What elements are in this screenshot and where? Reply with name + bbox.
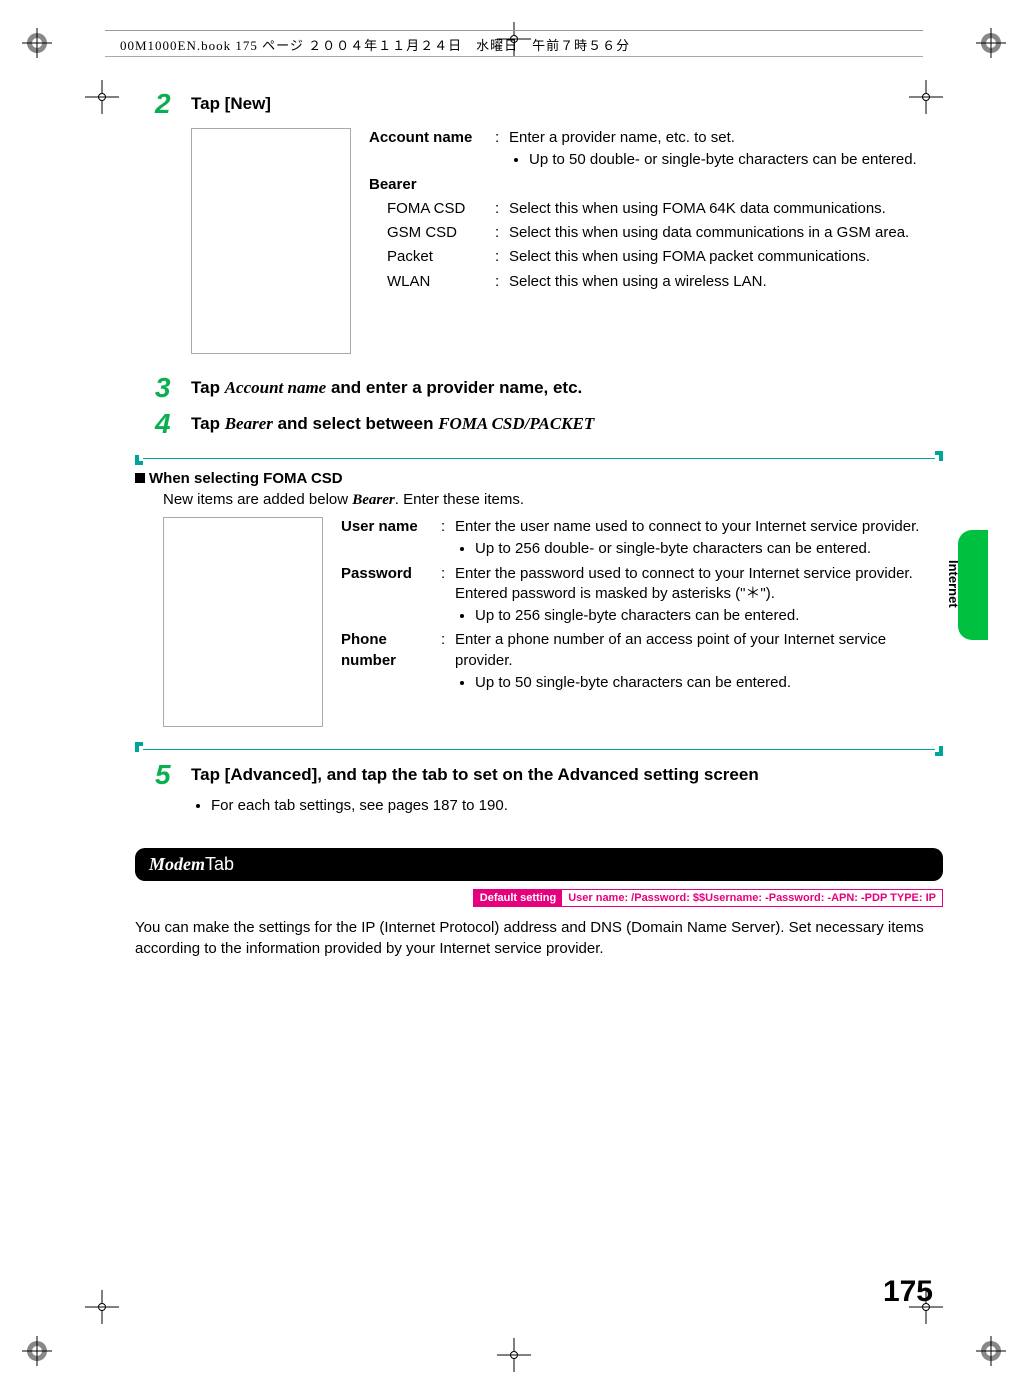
definition-table: User name : Enter the user name used to … bbox=[341, 517, 943, 697]
side-tab-label: Internet bbox=[946, 560, 961, 608]
registration-mark-icon bbox=[976, 28, 1006, 58]
text-italic: Account name bbox=[225, 378, 327, 397]
registration-mark-icon bbox=[22, 28, 52, 58]
default-setting-row: Default setting User name: /Password: $$… bbox=[135, 889, 943, 907]
def-label: Bearer bbox=[369, 175, 495, 195]
def-sublabel: WLAN bbox=[369, 272, 495, 292]
step-title: Tap Account name and enter a provider na… bbox=[191, 374, 582, 398]
header-rule bbox=[105, 56, 923, 57]
colon: : bbox=[441, 517, 455, 560]
def-value: Select this when using a wireless LAN. bbox=[509, 272, 943, 292]
text: and select between bbox=[273, 414, 438, 433]
def-label: Phone number bbox=[341, 630, 441, 693]
step-4: 4 Tap Bearer and select between FOMA CSD… bbox=[135, 410, 943, 438]
text: and enter a provider name, etc. bbox=[326, 378, 582, 397]
side-tab-indicator bbox=[958, 530, 988, 640]
sub-section-title: When selecting FOMA CSD bbox=[135, 470, 943, 487]
text-italic: Bearer bbox=[352, 492, 395, 508]
step-2-body: Account name : Enter a provider name, et… bbox=[191, 128, 943, 354]
def-text: Enter the password used to connect to yo… bbox=[455, 565, 913, 602]
colon: : bbox=[495, 128, 509, 171]
colon: : bbox=[495, 247, 509, 267]
content-area: 2 Tap [New] Account name : Enter a provi… bbox=[135, 90, 943, 959]
crop-mark-icon bbox=[85, 80, 119, 114]
text-italic: Bearer bbox=[225, 414, 273, 433]
step-number: 4 bbox=[135, 410, 191, 438]
colon: : bbox=[441, 630, 455, 693]
step-5-note: For each tab settings, see pages 187 to … bbox=[191, 797, 943, 814]
text: Tap bbox=[191, 378, 225, 397]
def-value: Select this when using FOMA packet commu… bbox=[509, 247, 943, 267]
step-number: 2 bbox=[135, 90, 191, 118]
colon: : bbox=[441, 564, 455, 627]
def-bullet: Up to 256 single-byte characters can be … bbox=[475, 606, 943, 626]
sub-section-desc: New items are added below Bearer. Enter … bbox=[163, 491, 943, 509]
text: New items are added below bbox=[163, 491, 352, 508]
header-rule bbox=[105, 30, 923, 31]
foma-csd-section: When selecting FOMA CSD New items are ad… bbox=[135, 470, 943, 727]
registration-mark-icon bbox=[976, 1336, 1006, 1366]
default-label: Default setting bbox=[474, 890, 562, 906]
def-value: Enter a phone number of an access point … bbox=[455, 630, 943, 693]
square-bullet-icon bbox=[135, 473, 145, 483]
book-info-text: 00M1000EN.book 175 ページ ２００４年１１月２４日 水曜日 午… bbox=[120, 35, 630, 54]
def-sublabel: Packet bbox=[369, 247, 495, 267]
def-value: Enter the user name used to connect to y… bbox=[455, 517, 943, 560]
definition-table: Account name : Enter a provider name, et… bbox=[369, 128, 943, 296]
screenshot-placeholder bbox=[163, 517, 323, 727]
def-label: Password bbox=[341, 564, 441, 627]
text-italic: FOMA CSD/PACKET bbox=[438, 414, 594, 433]
step-number: 3 bbox=[135, 374, 191, 402]
def-value: Enter a provider name, etc. to set. Up t… bbox=[509, 128, 943, 171]
def-bullet: Up to 50 single-byte characters can be e… bbox=[475, 673, 943, 693]
modem-paragraph: You can make the settings for the IP (In… bbox=[135, 917, 943, 959]
step-title: Tap [New] bbox=[191, 90, 271, 114]
colon: : bbox=[495, 223, 509, 243]
screenshot-placeholder bbox=[191, 128, 351, 354]
def-bullet: Up to 50 double- or single-byte characte… bbox=[529, 150, 943, 170]
def-label: User name bbox=[341, 517, 441, 560]
def-bullet: Up to 256 double- or single-byte charact… bbox=[475, 539, 943, 559]
registration-mark-icon bbox=[22, 1336, 52, 1366]
def-sublabel: GSM CSD bbox=[369, 223, 495, 243]
def-text: Enter the user name used to connect to y… bbox=[455, 518, 919, 535]
note-bullet: For each tab settings, see pages 187 to … bbox=[211, 797, 943, 814]
page-number: 175 bbox=[883, 1275, 933, 1309]
page: 00M1000EN.book 175 ページ ２００４年１１月２４日 水曜日 午… bbox=[0, 0, 1028, 1394]
default-value: User name: /Password: $$Username: -Passw… bbox=[562, 890, 942, 906]
section-separator bbox=[135, 456, 943, 460]
default-setting-tag: Default setting User name: /Password: $$… bbox=[473, 889, 943, 907]
heading-text: Tab bbox=[205, 854, 234, 875]
text: Tap bbox=[191, 414, 225, 433]
def-sublabel: FOMA CSD bbox=[369, 199, 495, 219]
text: . Enter these items. bbox=[395, 491, 524, 508]
colon: : bbox=[495, 272, 509, 292]
def-value: Enter the password used to connect to yo… bbox=[455, 564, 943, 627]
def-value: Select this when using data communicatio… bbox=[509, 223, 943, 243]
heading-italic: Modem bbox=[149, 854, 205, 875]
step-title: Tap [Advanced], and tap the tab to set o… bbox=[191, 761, 759, 785]
text: When selecting FOMA CSD bbox=[149, 470, 343, 487]
step-2: 2 Tap [New] bbox=[135, 90, 943, 118]
crop-mark-icon bbox=[85, 1290, 119, 1324]
step-3: 3 Tap Account name and enter a provider … bbox=[135, 374, 943, 402]
modem-tab-heading: Modem Tab bbox=[135, 848, 943, 881]
colon: : bbox=[495, 199, 509, 219]
def-text: Enter a phone number of an access point … bbox=[455, 631, 886, 668]
step-number: 5 bbox=[135, 761, 191, 789]
def-text: Enter a provider name, etc. to set. bbox=[509, 129, 735, 146]
crop-mark-icon bbox=[497, 1338, 531, 1372]
section-separator bbox=[135, 747, 943, 751]
def-value: Select this when using FOMA 64K data com… bbox=[509, 199, 943, 219]
step-title: Tap Bearer and select between FOMA CSD/P… bbox=[191, 410, 594, 434]
step-5: 5 Tap [Advanced], and tap the tab to set… bbox=[135, 761, 943, 789]
def-label: Account name bbox=[369, 128, 495, 171]
